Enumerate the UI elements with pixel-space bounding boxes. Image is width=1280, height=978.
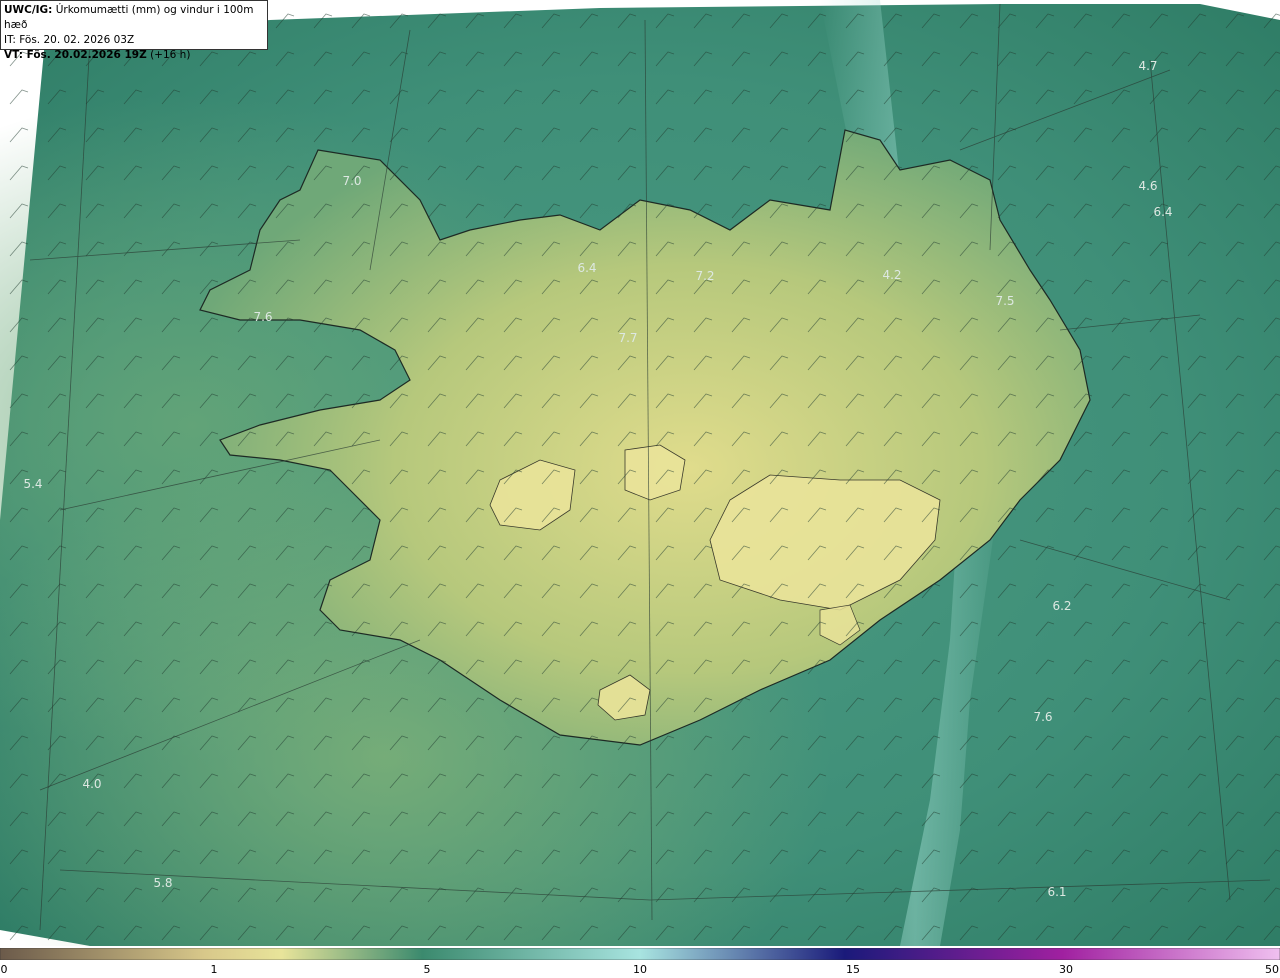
map-value-label: 4.7 bbox=[1138, 59, 1158, 73]
map-value-label: 4.6 bbox=[1138, 179, 1158, 193]
map-canvas bbox=[0, 0, 1280, 946]
colorbar-tick-label: 1 bbox=[210, 963, 218, 976]
map-value-label: 6.1 bbox=[1047, 885, 1067, 899]
map-value-label: 4.2 bbox=[882, 268, 902, 282]
colorbar bbox=[0, 948, 1280, 960]
map-value-label: 7.7 bbox=[618, 331, 638, 345]
valid-time: VT: Fös. 20.02.2026 19Z bbox=[4, 49, 147, 61]
issue-time: IT: Fös. 20. 02. 2026 03Z bbox=[4, 34, 135, 46]
map-value-label: 7.2 bbox=[695, 269, 715, 283]
lead-time: (+16 h) bbox=[150, 49, 191, 61]
wind-barbs bbox=[0, 0, 1280, 946]
colorbar-tick-label: 10 bbox=[633, 963, 647, 976]
map-value-label: 7.5 bbox=[995, 294, 1015, 308]
colorbar-tick-label: 30 bbox=[1059, 963, 1073, 976]
map-value-label: 7.6 bbox=[253, 310, 273, 324]
map-value-label: 4.0 bbox=[82, 777, 102, 791]
map-info-box: UWC/IG: Úrkomumætti (mm) og vindur i 100… bbox=[0, 0, 268, 61]
map-value-label: 6.2 bbox=[1052, 599, 1072, 613]
source-label: UWC/IG: bbox=[4, 4, 53, 16]
colorbar-tick-label: 50 bbox=[1265, 963, 1279, 976]
forecast-map: 4.7 4.6 6.4 7.0 6.4 7.2 4.2 7.5 7.6 7.7 5.4 6.2 7.6 4… bbox=[0, 0, 1280, 946]
colorbar-tick-label: 0 bbox=[0, 963, 8, 976]
map-value-label: 5.4 bbox=[23, 477, 43, 491]
colorbar-tick-label: 15 bbox=[846, 963, 860, 976]
colorbar-tick-label: 5 bbox=[423, 963, 431, 976]
map-value-label: 6.4 bbox=[1153, 205, 1173, 219]
map-value-label: 6.4 bbox=[577, 261, 597, 275]
map-value-label: 5.8 bbox=[153, 876, 173, 890]
map-value-label: 7.0 bbox=[342, 174, 362, 188]
map-value-label: 7.6 bbox=[1033, 710, 1053, 724]
